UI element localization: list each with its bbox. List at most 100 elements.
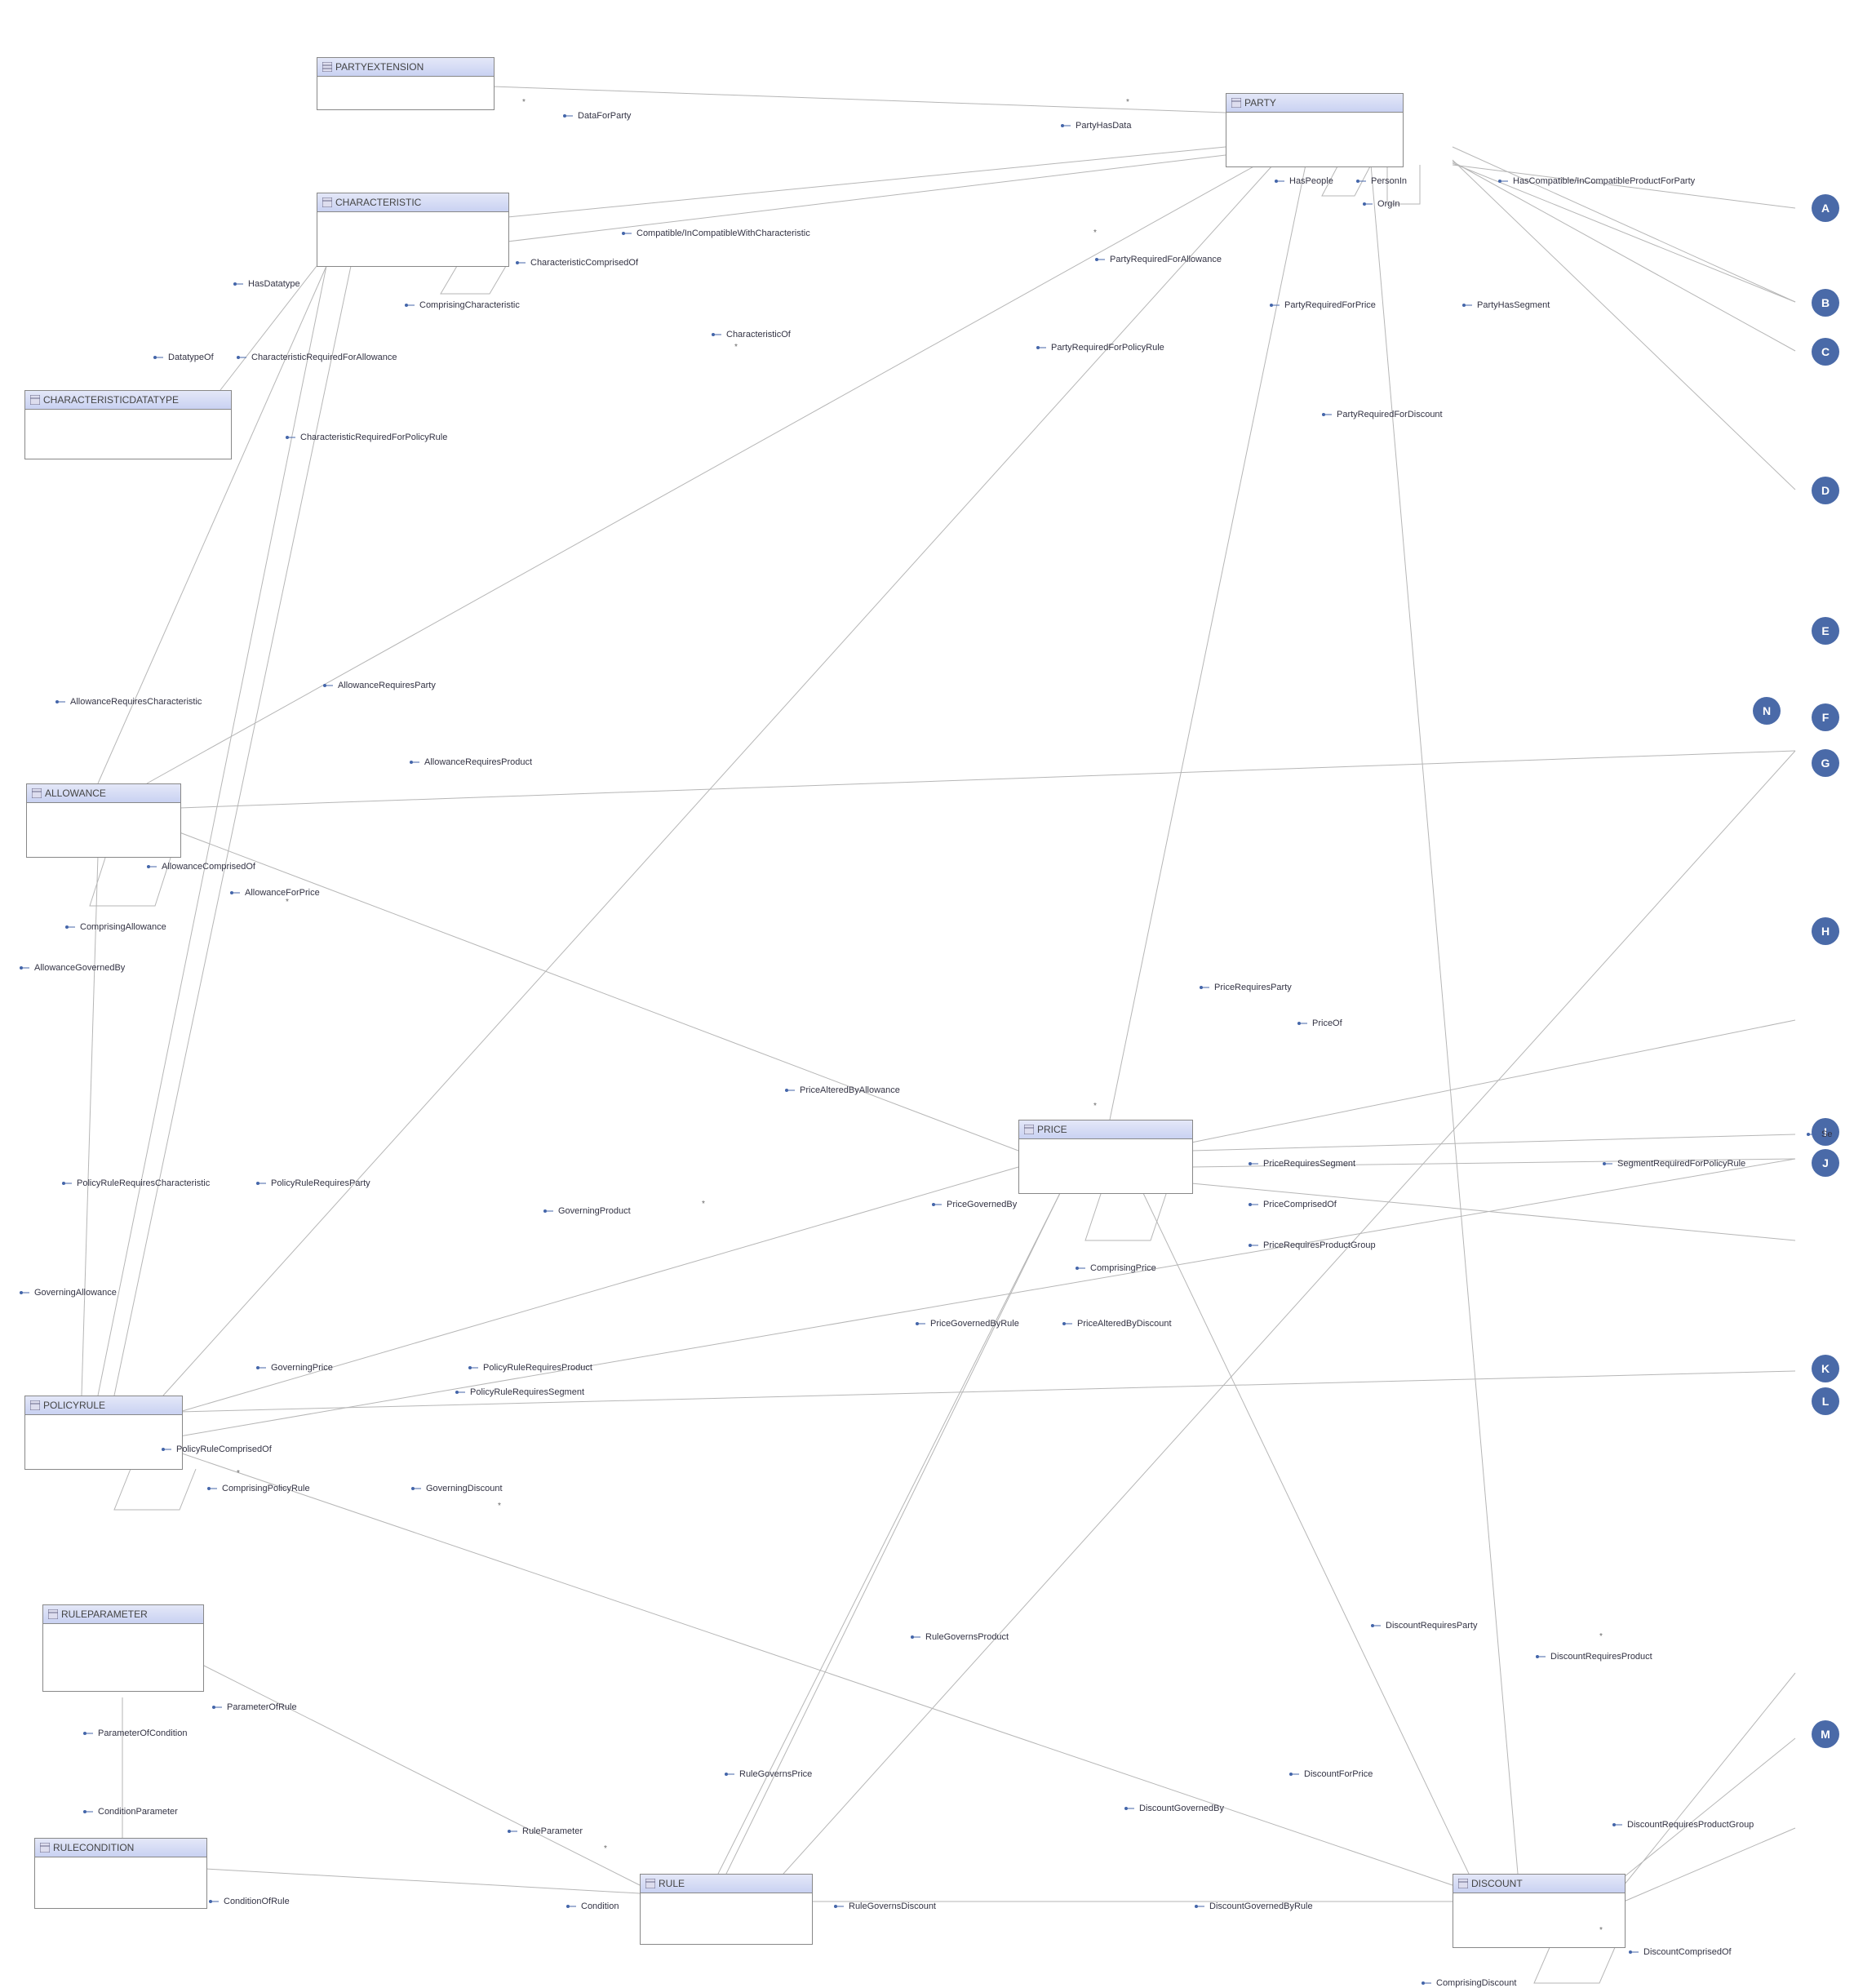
rel-segmentRequiredForPolicyRule: SegmentRequiredForPolicyRule (1601, 1159, 1745, 1169)
entity-title: PRICE (1037, 1124, 1067, 1135)
rel-policyRuleRequiresParty: PolicyRuleRequiresParty (255, 1178, 370, 1188)
anchor-B: B (1812, 289, 1839, 317)
rel-characteristicRequiredForAllowance: CharacteristicRequiredForAllowance (235, 353, 397, 362)
table-icon (1231, 98, 1241, 108)
rel-priceOf: PriceOf (1296, 1018, 1342, 1028)
entity-policyrule[interactable]: POLICYRULE (24, 1396, 183, 1470)
entity-characteristicdatatype[interactable]: CHARACTERISTICDATATYPE (24, 390, 232, 459)
rel-partyRequiredForDiscount: PartyRequiredForDiscount (1320, 410, 1443, 419)
anchor-L: L (1812, 1387, 1839, 1415)
anchor-E: E (1812, 617, 1839, 645)
rel-partyRequiredForPrice: PartyRequiredForPrice (1268, 300, 1376, 310)
rel-compatibleWithCharacteristic: Compatible/InCompatibleWithCharacteristi… (620, 229, 810, 238)
rel-comprisingAllowance: ComprisingAllowance (64, 922, 166, 932)
entity-rule[interactable]: RULE (640, 1874, 813, 1945)
table-icon (645, 1879, 655, 1888)
rel-discountForPrice: DiscountForPrice (1288, 1769, 1373, 1779)
entity-partyextension[interactable]: PARTYEXTENSION (317, 57, 495, 110)
rel-ruleGovernsPrice: RuleGovernsPrice (723, 1769, 812, 1779)
rel-discountRequiresParty: DiscountRequiresParty (1369, 1621, 1478, 1631)
rel-priceRequiresProductGroup: PriceRequiresProductGroup (1247, 1240, 1376, 1250)
rel-allowanceComprisedOf: AllowanceComprisedOf (145, 862, 255, 872)
rel-conditionOfRule: ConditionOfRule (207, 1897, 290, 1906)
rel-parameterOfCondition: ParameterOfCondition (82, 1728, 187, 1738)
entity-price[interactable]: PRICE (1018, 1120, 1193, 1194)
rel-allowanceRequiresParty: AllowanceRequiresParty (322, 681, 436, 690)
rel-ruleGovernsProduct: RuleGovernsProduct (909, 1632, 1009, 1642)
rel-discountRequiresProduct: DiscountRequiresProduct (1534, 1652, 1652, 1662)
rel-governingPrice: GoverningPrice (255, 1363, 333, 1373)
entity-party[interactable]: PARTY (1226, 93, 1404, 167)
entity-title: ALLOWANCE (45, 788, 106, 799)
entity-allowance[interactable]: ALLOWANCE (26, 783, 181, 858)
rel-governingAllowance: GoverningAllowance (18, 1288, 117, 1298)
table-icon (322, 62, 332, 72)
rel-hasDatatype: HasDatatype (232, 279, 300, 289)
entity-title: CHARACTERISTICDATATYPE (43, 394, 179, 406)
table-icon (30, 395, 40, 405)
rel-policyRuleRequiresSegment: PolicyRuleRequiresSegment (454, 1387, 584, 1397)
rel-personIn: PersonIn (1355, 176, 1407, 186)
entity-title: POLICYRULE (43, 1400, 105, 1411)
rel-allowanceRequiresCharacteristic: AllowanceRequiresCharacteristic (54, 697, 202, 707)
table-icon (48, 1609, 58, 1619)
anchor-A: A (1812, 194, 1839, 222)
table-icon (32, 788, 42, 798)
table-icon (40, 1843, 50, 1853)
anchor-F: F (1812, 703, 1839, 731)
rel-orgIn: OrgIn (1361, 199, 1400, 209)
rel-discountComprisedOf: DiscountComprisedOf (1627, 1947, 1732, 1957)
table-icon (1458, 1879, 1468, 1888)
rel-priceRequiresSegment: PriceRequiresSegment (1247, 1159, 1355, 1169)
entity-title: CHARACTERISTIC (335, 197, 421, 208)
rel-characteristicComprisedOf: CharacteristicComprisedOf (514, 258, 638, 268)
rel-conditionParameter: ConditionParameter (82, 1807, 178, 1817)
anchor-K: K (1812, 1355, 1839, 1382)
rel-priceGovernedByRule: PriceGovernedByRule (914, 1319, 1019, 1329)
rel-partyHasData: PartyHasData (1059, 121, 1131, 131)
rel-priceComprisedOf: PriceComprisedOf (1247, 1200, 1337, 1209)
rel-comprisingDiscount: ComprisingDiscount (1420, 1978, 1516, 1988)
rel-se: Se (1805, 1129, 1832, 1139)
entity-characteristic[interactable]: CHARACTERISTIC (317, 193, 509, 267)
entity-rulecondition[interactable]: RULECONDITION (34, 1838, 207, 1909)
anchor-H: H (1812, 917, 1839, 945)
rel-policyRuleRequiresCharacteristic: PolicyRuleRequiresCharacteristic (60, 1178, 210, 1188)
rel-priceGovernedBy: PriceGovernedBy (930, 1200, 1017, 1209)
anchor-C: C (1812, 338, 1839, 366)
rel-characteristicRequiredForPolicyRule: CharacteristicRequiredForPolicyRule (284, 433, 447, 442)
rel-allowanceRequiresProduct: AllowanceRequiresProduct (408, 757, 532, 767)
rel-priceAlteredByAllowance: PriceAlteredByAllowance (783, 1085, 900, 1095)
rel-ruleGovernsDiscount: RuleGovernsDiscount (832, 1901, 936, 1911)
entity-title: RULE (659, 1878, 685, 1889)
anchor-M: M (1812, 1720, 1839, 1748)
rel-discountGovernedBy: DiscountGovernedBy (1123, 1804, 1224, 1813)
rel-dataForParty: DataForParty (561, 111, 631, 121)
connector-lines (0, 0, 1854, 1988)
rel-characteristicOf: CharacteristicOf (710, 330, 791, 339)
rel-priceAlteredByDiscount: PriceAlteredByDiscount (1061, 1319, 1172, 1329)
rel-partyRequiredForAllowance: PartyRequiredForAllowance (1093, 255, 1222, 264)
rel-ruleParameter: RuleParameter (506, 1826, 583, 1836)
entity-title: RULECONDITION (53, 1842, 134, 1853)
rel-hasPeople: HasPeople (1273, 176, 1333, 186)
rel-allowanceForPrice: AllowanceForPrice (228, 888, 320, 898)
table-icon (322, 197, 332, 207)
rel-discountGovernedByRule: DiscountGovernedByRule (1193, 1901, 1313, 1911)
rel-policyRuleComprisedOf: PolicyRuleComprisedOf (160, 1444, 272, 1454)
table-icon (1024, 1125, 1034, 1134)
rel-policyRuleRequiresProduct: PolicyRuleRequiresProduct (467, 1363, 592, 1373)
rel-governingDiscount: GoverningDiscount (410, 1484, 503, 1493)
entity-title: RULEPARAMETER (61, 1609, 148, 1620)
entity-discount[interactable]: DISCOUNT (1453, 1874, 1626, 1948)
rel-partyRequiredForPolicyRule: PartyRequiredForPolicyRule (1035, 343, 1164, 353)
anchor-J: J (1812, 1149, 1839, 1177)
anchor-D: D (1812, 477, 1839, 504)
rel-partyHasSegment: PartyHasSegment (1461, 300, 1550, 310)
rel-priceRequiresParty: PriceRequiresParty (1198, 983, 1292, 992)
entity-ruleparameter[interactable]: RULEPARAMETER (42, 1604, 204, 1692)
anchor-N: N (1753, 697, 1781, 725)
diagram-canvas: PARTYEXTENSION PARTY CHARACTERISTIC CHAR… (0, 0, 1854, 1988)
rel-comprisingCharacteristic: ComprisingCharacteristic (403, 300, 520, 310)
rel-datatypeOf: DatatypeOf (152, 353, 214, 362)
